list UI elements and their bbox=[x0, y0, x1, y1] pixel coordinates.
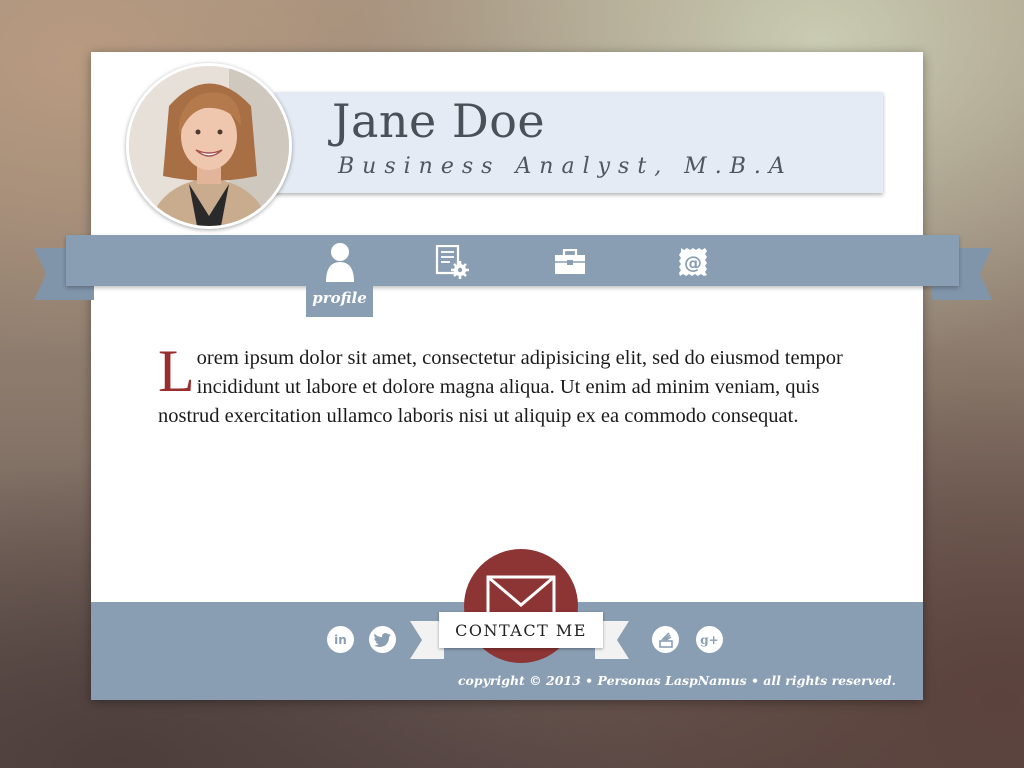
profile-title: Business Analyst, M.B.A bbox=[338, 154, 793, 179]
google-plus-icon: g+ bbox=[700, 633, 718, 647]
nav-label-profile[interactable]: profile bbox=[306, 289, 373, 307]
twitter-link[interactable] bbox=[369, 626, 396, 653]
stumbleupon-link[interactable] bbox=[652, 626, 679, 653]
user-icon bbox=[326, 243, 354, 282]
briefcase-icon bbox=[555, 249, 585, 274]
nav-item-contact[interactable]: @ bbox=[669, 240, 717, 284]
intro-text: orem ipsum dolor sit amet, consectetur a… bbox=[158, 347, 843, 427]
stumbleupon-icon bbox=[658, 631, 673, 648]
svg-text:g+: g+ bbox=[700, 633, 718, 647]
email-stamp-icon: @ bbox=[679, 248, 707, 276]
svg-text:@: @ bbox=[684, 253, 702, 274]
avatar-portrait bbox=[129, 66, 289, 226]
dropcap: L bbox=[158, 338, 195, 404]
resume-settings-icon bbox=[435, 245, 469, 279]
avatar bbox=[126, 63, 292, 229]
google-plus-link[interactable]: g+ bbox=[696, 626, 723, 653]
linkedin-icon: in bbox=[334, 633, 347, 647]
intro-paragraph: Lorem ipsum dolor sit amet, consectetur … bbox=[158, 338, 870, 431]
nav-item-profile[interactable] bbox=[316, 240, 364, 284]
svg-text:in: in bbox=[334, 633, 347, 647]
copyright-text: copyright © 2013 • Personas LaspNamus • … bbox=[457, 673, 896, 688]
nav-item-resume[interactable] bbox=[428, 240, 476, 284]
linkedin-link[interactable]: in bbox=[327, 626, 354, 653]
nav-item-portfolio[interactable] bbox=[546, 240, 594, 284]
nav-ribbon bbox=[66, 235, 959, 286]
profile-name: Jane Doe bbox=[332, 94, 546, 148]
contact-me-button[interactable]: CONTACT ME bbox=[439, 612, 603, 648]
twitter-icon bbox=[374, 632, 391, 647]
